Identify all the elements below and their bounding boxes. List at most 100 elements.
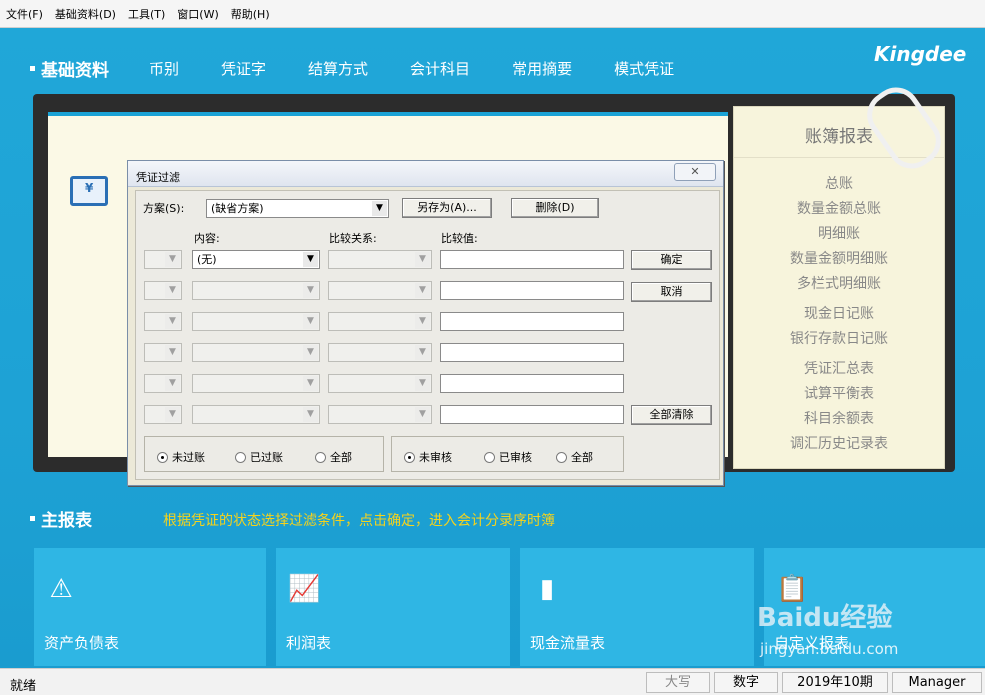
cancel-button[interactable]: 取消 <box>631 282 712 302</box>
content-select[interactable]: ▼ <box>192 343 320 362</box>
ledger-item[interactable]: 凭证汇总表 <box>734 357 944 382</box>
baidu-watermark-url: jingyan.baidu.com <box>760 640 899 658</box>
content-select[interactable]: ▼ <box>192 405 320 424</box>
relation-select[interactable]: ▼ <box>328 281 432 300</box>
tile-label: 资产负债表 <box>44 634 120 652</box>
logic-select[interactable]: ▼ <box>144 405 182 424</box>
compare-value-input[interactable] <box>440 250 624 269</box>
logic-select[interactable]: ▼ <box>144 250 182 269</box>
chevron-down-icon: ▼ <box>415 314 430 329</box>
chevron-down-icon: ▼ <box>303 252 318 267</box>
status-period: 2019年10期 <box>782 672 888 693</box>
ledger-item[interactable]: 数量金额总账 <box>734 197 944 222</box>
chevron-down-icon: ▼ <box>303 314 318 329</box>
menu-file[interactable]: 文件(F) <box>6 6 43 22</box>
save-as-button[interactable]: 另存为(A)... <box>402 198 492 218</box>
scheme-label: 方案(S): <box>143 202 185 215</box>
radio-posted[interactable]: 已过账 <box>235 449 283 465</box>
logic-select[interactable]: ▼ <box>144 343 182 362</box>
chevron-down-icon: ▼ <box>415 407 430 422</box>
tile-balance-sheet[interactable]: ⚠ 资产负债表 <box>34 548 266 666</box>
ledger-item[interactable]: 调汇历史记录表 <box>734 432 944 457</box>
radio-unaudited[interactable]: 未审核 <box>404 449 452 465</box>
chevron-down-icon: ▼ <box>303 376 318 391</box>
ledger-item[interactable]: 银行存款日记账 <box>734 327 944 352</box>
compare-value-input[interactable] <box>440 343 624 362</box>
relation-select[interactable]: ▼ <box>328 343 432 362</box>
relation-select[interactable]: ▼ <box>328 374 432 393</box>
relation-select[interactable]: ▼ <box>328 312 432 331</box>
menu-help[interactable]: 帮助(H) <box>231 6 270 22</box>
logic-select[interactable]: ▼ <box>144 281 182 300</box>
dialog-titlebar[interactable]: 凭证过滤 ✕ <box>128 161 723 187</box>
radio-post-all[interactable]: 全部 <box>315 449 352 465</box>
nav-tab-currency[interactable]: 币别 <box>149 58 179 79</box>
chevron-down-icon: ▼ <box>415 252 430 267</box>
tile-income-statement[interactable]: 📈 利润表 <box>276 548 510 666</box>
radio-unposted[interactable]: 未过账 <box>157 449 205 465</box>
post-status-group: 未过账 已过账 全部 <box>144 436 384 472</box>
nav-tab-voucher-word[interactable]: 凭证字 <box>221 58 266 79</box>
tile-label: 利润表 <box>286 634 332 652</box>
status-ready: 就绪 <box>10 679 37 694</box>
ledger-item[interactable]: 科目余额表 <box>734 407 944 432</box>
radio-label: 全部 <box>330 451 352 464</box>
menu-bar: 文件(F) 基础资料(D) 工具(T) 窗口(W) 帮助(H) <box>0 0 985 28</box>
ledger-item[interactable]: 总账 <box>734 172 944 197</box>
content-select[interactable]: (无) ▼ <box>192 250 320 269</box>
nav-title: 基础资料 <box>41 61 109 81</box>
ledger-item[interactable]: 数量金额明细账 <box>734 247 944 272</box>
content-select[interactable]: ▼ <box>192 281 320 300</box>
logic-select[interactable]: ▼ <box>144 374 182 393</box>
radio-icon <box>157 451 168 463</box>
ok-button[interactable]: 确定 <box>631 250 712 270</box>
clear-all-button[interactable]: 全部清除 <box>631 405 712 425</box>
dialog-title: 凭证过滤 <box>136 171 180 184</box>
compare-value-input[interactable] <box>440 405 624 424</box>
compare-value-input[interactable] <box>440 374 624 393</box>
tile-cash-flow[interactable]: ▮ 现金流量表 <box>520 548 754 666</box>
compare-value-input[interactable] <box>440 312 624 331</box>
nav-tab-settlement[interactable]: 结算方式 <box>308 58 368 79</box>
radio-label: 未审核 <box>419 451 452 464</box>
ledger-item[interactable]: 多栏式明细账 <box>734 272 944 297</box>
compare-value-input[interactable] <box>440 281 624 300</box>
menu-tools[interactable]: 工具(T) <box>128 6 165 22</box>
nav-tab-template[interactable]: 模式凭证 <box>614 58 674 79</box>
ledger-item[interactable]: 明细账 <box>734 222 944 247</box>
content-header: 内容: <box>194 232 220 245</box>
status-caps: 大写 <box>646 672 710 693</box>
radio-audited[interactable]: 已审核 <box>484 449 532 465</box>
relation-select[interactable]: ▼ <box>328 405 432 424</box>
voucher-filter-dialog: 凭证过滤 ✕ 方案(S): (缺省方案) ▼ 另存为(A)... 删除(D) 内… <box>127 160 724 486</box>
ledger-item[interactable]: 试算平衡表 <box>734 382 944 407</box>
audit-status-group: 未审核 已审核 全部 <box>391 436 624 472</box>
radio-icon <box>556 451 567 463</box>
logic-select[interactable]: ▼ <box>144 312 182 331</box>
nav-tab-accounts[interactable]: 会计科目 <box>410 58 470 79</box>
baidu-watermark: Baidu经验 <box>757 603 893 633</box>
delete-button[interactable]: 删除(D) <box>511 198 599 218</box>
chevron-down-icon: ▼ <box>165 407 180 422</box>
content-select[interactable]: ▼ <box>192 312 320 331</box>
radio-audit-all[interactable]: 全部 <box>556 449 593 465</box>
menu-window[interactable]: 窗口(W) <box>177 6 218 22</box>
voucher-icon[interactable] <box>70 176 108 206</box>
nav-tab-summary[interactable]: 常用摘要 <box>512 58 572 79</box>
chevron-down-icon: ▼ <box>165 314 180 329</box>
chevron-down-icon: ▼ <box>165 252 180 267</box>
chevron-down-icon: ▼ <box>303 345 318 360</box>
dialog-body: 方案(S): (缺省方案) ▼ 另存为(A)... 删除(D) 内容: 比较关系… <box>135 190 720 480</box>
main-reports-header: 主报表 <box>30 506 92 531</box>
ledger-item[interactable]: 现金日记账 <box>734 302 944 327</box>
menu-base-data[interactable]: 基础资料(D) <box>55 6 116 22</box>
close-icon[interactable]: ✕ <box>674 163 716 181</box>
content-select[interactable]: ▼ <box>192 374 320 393</box>
scheme-select[interactable]: (缺省方案) ▼ <box>206 199 389 218</box>
status-num: 数字 <box>714 672 778 693</box>
kingdee-logo: Kingdee <box>874 42 967 66</box>
radio-label: 全部 <box>571 451 593 464</box>
tile-label: 现金流量表 <box>530 634 606 652</box>
chevron-down-icon: ▼ <box>303 407 318 422</box>
relation-select[interactable]: ▼ <box>328 250 432 269</box>
